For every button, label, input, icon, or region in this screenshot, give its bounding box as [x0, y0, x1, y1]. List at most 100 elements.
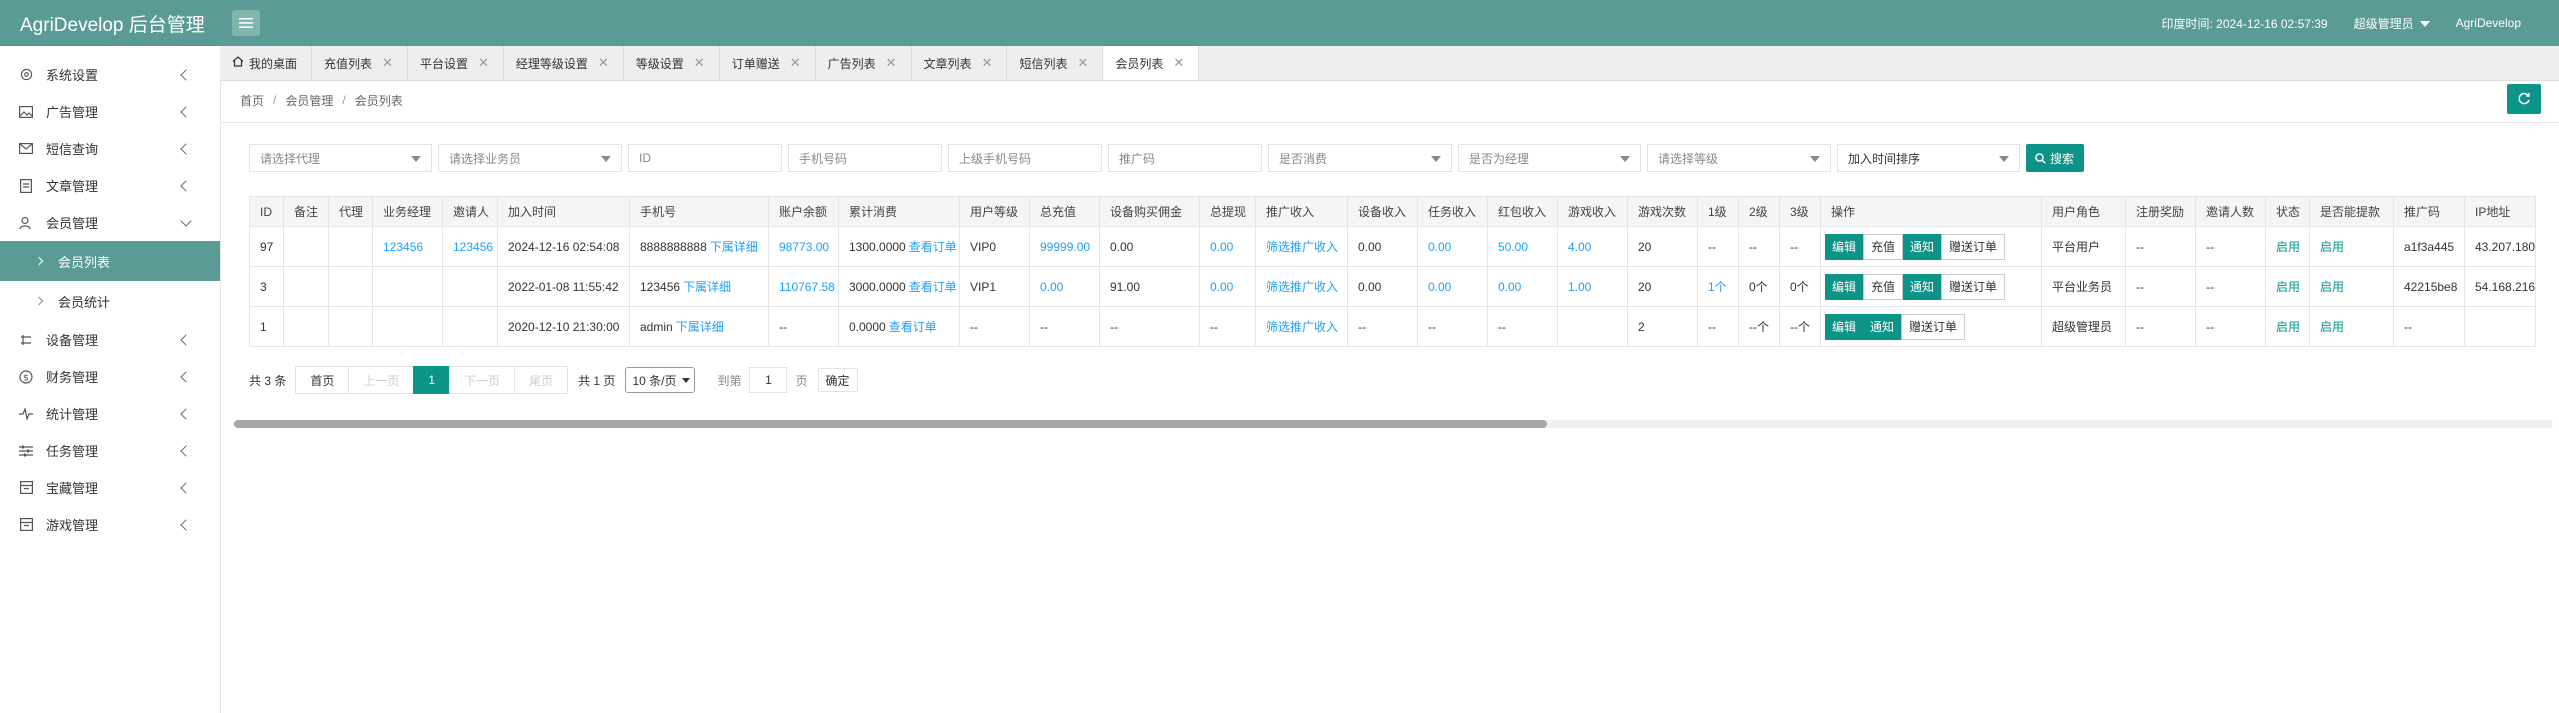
- close-icon[interactable]: ✕: [1077, 55, 1088, 71]
- l1-value[interactable]: 1个: [1708, 280, 1727, 294]
- promo-income-value[interactable]: 筛选推广收入: [1266, 240, 1338, 254]
- notify-button[interactable]: 通知: [1863, 313, 1902, 340]
- promo-income-value[interactable]: 筛选推广收入: [1266, 280, 1338, 294]
- status-value[interactable]: 启用: [2276, 320, 2300, 334]
- sidebar-item-treasure[interactable]: 宝藏管理: [0, 469, 220, 506]
- cell-inviter[interactable]: [442, 306, 498, 347]
- sidebar-item-finance[interactable]: $ 财务管理: [0, 358, 220, 395]
- recharge-value[interactable]: 0.00: [1040, 280, 1063, 294]
- sidebar-item-games[interactable]: 游戏管理: [0, 506, 220, 543]
- gift-order-button[interactable]: 赠送订单: [1901, 313, 1966, 340]
- cell-manager[interactable]: [372, 306, 443, 347]
- cell-redpacket-income[interactable]: 50.00: [1487, 226, 1558, 267]
- balance-value[interactable]: 110767.58: [779, 280, 835, 294]
- gift-order-button[interactable]: 赠送订单: [1941, 233, 2006, 260]
- inviter-value[interactable]: 123456: [453, 240, 493, 254]
- notify-button[interactable]: 通知: [1903, 233, 1942, 260]
- sidebar-subitem-member-stats[interactable]: 会员统计: [0, 281, 220, 321]
- edit-button[interactable]: 编辑: [1825, 273, 1864, 300]
- search-button[interactable]: 搜索: [2026, 144, 2085, 172]
- task-income-value[interactable]: 0.00: [1428, 280, 1451, 294]
- sidebar-item-sms[interactable]: 短信查询: [0, 130, 220, 167]
- game-income-value[interactable]: 1.00: [1568, 280, 1591, 294]
- is-manager-select[interactable]: 是否为经理: [1458, 144, 1641, 172]
- last-page-button[interactable]: 尾页: [514, 366, 569, 394]
- cell-withdraw[interactable]: 0.00: [1199, 266, 1256, 307]
- phone-link[interactable]: 下属详细: [710, 240, 758, 254]
- game-income-value[interactable]: 4.00: [1568, 240, 1591, 254]
- cell-task-income[interactable]: 0.00: [1417, 226, 1488, 267]
- scrollbar-thumb[interactable]: [234, 420, 1547, 428]
- next-page-button[interactable]: 下一页: [449, 366, 516, 394]
- cell-l1[interactable]: 1个: [1697, 266, 1739, 307]
- cell-manager[interactable]: 123456: [372, 226, 443, 267]
- cell-recharge[interactable]: 99999.00: [1029, 226, 1100, 267]
- tab-platform-settings[interactable]: 平台设置 ✕: [408, 46, 504, 80]
- cell-inviter[interactable]: 123456: [442, 226, 498, 267]
- cell-withdraw[interactable]: 0.00: [1199, 226, 1256, 267]
- cell-status[interactable]: 启用: [2265, 226, 2310, 267]
- can-withdraw-value[interactable]: 启用: [2320, 240, 2344, 254]
- status-value[interactable]: 启用: [2276, 280, 2300, 294]
- tab-ad-list[interactable]: 广告列表 ✕: [816, 46, 912, 80]
- close-icon[interactable]: ✕: [982, 55, 993, 71]
- close-icon[interactable]: ✕: [382, 55, 393, 71]
- parent-phone-input[interactable]: 上级手机号码: [948, 144, 1102, 172]
- consume-link[interactable]: 查看订单: [909, 240, 957, 254]
- cell-game-income[interactable]: 4.00: [1557, 226, 1628, 267]
- tab-sms-list[interactable]: 短信列表 ✕: [1007, 46, 1104, 80]
- promo-income-value[interactable]: 筛选推广收入: [1266, 320, 1338, 334]
- cell-recharge[interactable]: 0.00: [1029, 266, 1100, 307]
- first-page-button[interactable]: 首页: [295, 366, 350, 394]
- status-value[interactable]: 启用: [2276, 240, 2300, 254]
- cell-task-income[interactable]: 0.00: [1417, 266, 1488, 307]
- cell-balance[interactable]: 110767.58: [768, 266, 839, 307]
- cell-inviter[interactable]: [442, 266, 498, 307]
- sidebar-item-stats[interactable]: 统计管理: [0, 395, 220, 432]
- manager-value[interactable]: 123456: [383, 240, 423, 254]
- tab-article-list[interactable]: 文章列表 ✕: [912, 46, 1008, 80]
- cell-redpacket-income[interactable]: 0.00: [1487, 266, 1558, 307]
- sidebar-item-tasks[interactable]: 任务管理: [0, 432, 220, 469]
- promo-code-input[interactable]: 推广码: [1108, 144, 1262, 172]
- cell-promo-income[interactable]: 筛选推广收入: [1255, 226, 1348, 267]
- close-icon[interactable]: ✕: [1173, 55, 1184, 71]
- sidebar-item-members[interactable]: 会员管理: [0, 204, 220, 241]
- current-page-button[interactable]: 1: [413, 366, 451, 394]
- horizontal-scrollbar[interactable]: [234, 420, 2553, 428]
- consume-link[interactable]: 查看订单: [889, 320, 937, 334]
- cell-status[interactable]: 启用: [2265, 266, 2310, 307]
- redpacket-income-value[interactable]: 0.00: [1498, 280, 1521, 294]
- tab-manager-level[interactable]: 经理等级设置 ✕: [504, 46, 624, 80]
- level-select[interactable]: 请选择等级: [1647, 144, 1831, 172]
- cell-can-withdraw[interactable]: 启用: [2309, 226, 2394, 267]
- edit-button[interactable]: 编辑: [1825, 233, 1864, 260]
- goto-confirm-button[interactable]: 确定: [817, 368, 858, 392]
- phone-input[interactable]: 手机号码: [788, 144, 942, 172]
- cell-balance[interactable]: 98773.00: [768, 226, 839, 267]
- can-withdraw-value[interactable]: 启用: [2320, 320, 2344, 334]
- consumed-select[interactable]: 是否消费: [1268, 144, 1452, 172]
- menu-toggle-button[interactable]: [232, 10, 260, 36]
- edit-button[interactable]: 编辑: [1825, 313, 1864, 340]
- member-table-container[interactable]: ID 备注 代理 业务经理 邀请人 加入时间 手机号 账户余额 累计消费 用户等级 总充值 设备购买佣…: [249, 196, 2559, 348]
- close-icon[interactable]: ✕: [694, 55, 705, 71]
- cell-promo-income[interactable]: 筛选推广收入: [1255, 266, 1348, 307]
- salesman-select[interactable]: 请选择业务员: [438, 144, 622, 172]
- withdraw-value[interactable]: 0.00: [1210, 280, 1233, 294]
- prev-page-button[interactable]: 上一页: [348, 366, 415, 394]
- tab-member-list[interactable]: 会员列表 ✕: [1103, 46, 1200, 80]
- phone-link[interactable]: 下属详细: [676, 320, 724, 334]
- cell-can-withdraw[interactable]: 启用: [2309, 266, 2394, 307]
- gift-order-button[interactable]: 赠送订单: [1941, 273, 2006, 300]
- close-icon[interactable]: ✕: [598, 55, 609, 71]
- task-income-value[interactable]: 0.00: [1428, 240, 1451, 254]
- page-size-select[interactable]: 10 条/页: [625, 367, 696, 393]
- tab-recharge-list[interactable]: 充值列表 ✕: [312, 46, 408, 80]
- sidebar-item-devices[interactable]: 设备管理: [0, 321, 220, 358]
- close-icon[interactable]: ✕: [886, 55, 897, 71]
- agent-select[interactable]: 请选择代理: [249, 144, 432, 172]
- role-dropdown[interactable]: 超级管理员: [2354, 15, 2430, 32]
- breadcrumb-home[interactable]: 首页: [240, 92, 264, 109]
- cell-promo-income[interactable]: 筛选推广收入: [1255, 306, 1348, 347]
